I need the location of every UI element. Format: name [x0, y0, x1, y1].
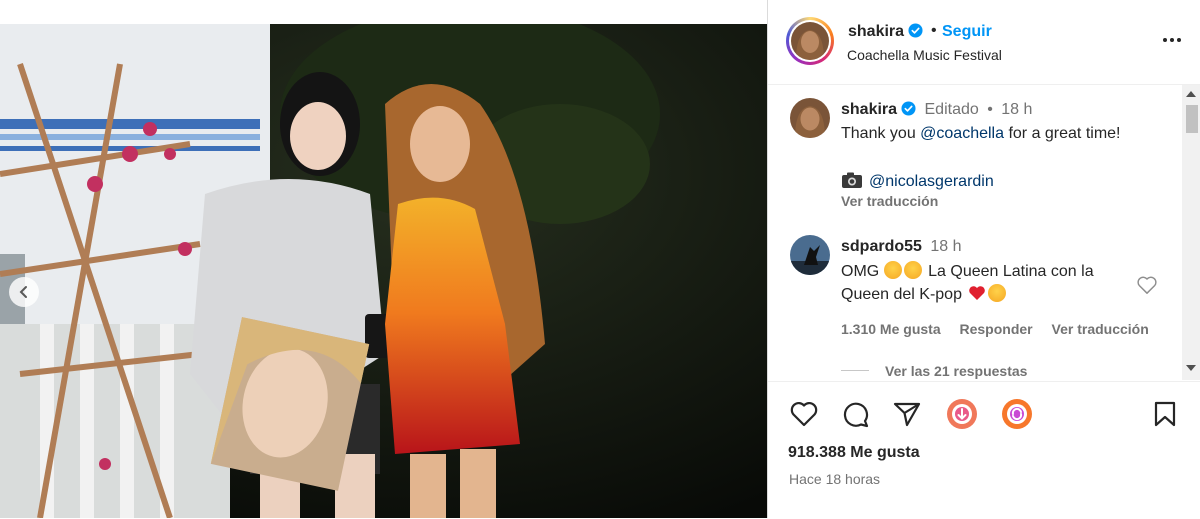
previous-photo-button[interactable]: [9, 277, 39, 307]
share-icon: [893, 402, 921, 427]
caption-separator: •: [987, 101, 993, 118]
caption-username[interactable]: shakira: [841, 101, 897, 118]
verified-badge-icon: [901, 101, 916, 116]
post-header: shakira • Seguir Coachella Music Festiva…: [768, 0, 1200, 85]
replies-divider: [841, 370, 869, 371]
comment-actions: 1.310 Me gusta Responder Ver traducción: [841, 321, 1149, 337]
like-comment-button[interactable]: [1136, 275, 1158, 300]
author-username[interactable]: shakira: [848, 23, 923, 41]
caption-meta: shakira Editado • 18 h: [841, 101, 1032, 119]
star-struck-emoji-icon: [988, 284, 1007, 302]
comment-button[interactable]: [841, 400, 871, 433]
commenter-avatar[interactable]: [790, 235, 830, 275]
follow-button[interactable]: Seguir: [942, 23, 992, 41]
star-struck-emoji-icon: [903, 261, 922, 279]
comment-text-line-1-suffix: La Queen Latina con la: [928, 263, 1094, 280]
verified-badge-icon: [908, 23, 923, 38]
header-separator: •: [931, 22, 937, 39]
remix-button[interactable]: [1001, 398, 1033, 435]
red-heart-emoji-icon: [969, 286, 986, 300]
comment-meta: sdpardo55 18 h: [841, 238, 962, 256]
bookmark-icon: [1154, 401, 1176, 427]
heart-icon: [1137, 276, 1157, 294]
caption-translate-link[interactable]: Ver traducción: [841, 193, 938, 209]
photographer-mention-link[interactable]: @nicolasgerardin: [869, 173, 994, 190]
scroll-up-arrow[interactable]: [1186, 91, 1196, 97]
camera-emoji-icon: [842, 172, 862, 188]
comment-translate-link[interactable]: Ver traducción: [1052, 321, 1149, 337]
caption-age[interactable]: 18 h: [1001, 101, 1032, 118]
comment-text-line-2: Queen del K-pop: [841, 284, 1008, 304]
comment-likes[interactable]: 1.310 Me gusta: [841, 321, 941, 337]
caption-text-prefix: Thank you: [841, 125, 921, 142]
post-side-panel: shakira • Seguir Coachella Music Festiva…: [767, 0, 1200, 518]
remix-icon: [1002, 399, 1032, 429]
caption-text-suffix: for a great time!: [1004, 125, 1121, 142]
view-replies-link[interactable]: Ver las 21 respuestas: [885, 363, 1027, 379]
more-options-icon: [1163, 38, 1181, 42]
comments-scrollbar[interactable]: [1182, 85, 1200, 380]
star-struck-emoji-icon: [883, 261, 902, 279]
story-share-button[interactable]: [946, 398, 978, 435]
save-button[interactable]: [1152, 400, 1178, 433]
comment-text-line-1: OMG La Queen Latina con la: [841, 261, 1094, 281]
comment-text-prefix: OMG: [841, 263, 880, 280]
post-location[interactable]: Coachella Music Festival: [847, 47, 1002, 63]
scroll-thumb[interactable]: [1186, 105, 1198, 133]
scroll-down-arrow[interactable]: [1186, 365, 1196, 371]
post-likes-count[interactable]: 918.388 Me gusta: [788, 444, 920, 462]
like-button[interactable]: [789, 400, 819, 433]
reply-button[interactable]: Responder: [960, 321, 1033, 337]
post-photo-graphic: [0, 24, 767, 518]
author-avatar-ring[interactable]: [786, 17, 834, 65]
author-username-text[interactable]: shakira: [848, 23, 904, 40]
caption-text: Thank you @coachella for a great time!: [841, 125, 1121, 143]
comment-age[interactable]: 18 h: [930, 238, 961, 255]
more-options-button[interactable]: [1161, 30, 1183, 50]
post-timestamp[interactable]: Hace 18 horas: [789, 471, 880, 487]
comments-area[interactable]: shakira Editado • 18 h Thank you @coache…: [768, 85, 1180, 381]
author-avatar[interactable]: [791, 22, 829, 60]
commenter-username[interactable]: sdpardo55: [841, 238, 922, 255]
story-share-icon: [947, 399, 977, 429]
chevron-left-icon: [19, 286, 27, 298]
caption-avatar[interactable]: [790, 98, 830, 138]
heart-icon: [790, 402, 818, 427]
share-button[interactable]: [892, 400, 922, 433]
photo-credit: @nicolasgerardin: [841, 171, 994, 191]
post-photo[interactable]: [0, 24, 767, 518]
coachella-mention-link[interactable]: @coachella: [920, 125, 1004, 142]
post-actions: 918.388 Me gusta Hace 18 horas: [768, 381, 1200, 519]
top-strip: [0, 0, 767, 24]
comment-icon: [843, 402, 869, 428]
comment-text-line-2-text: Queen del K-pop: [841, 286, 962, 303]
edited-label: Editado: [924, 101, 979, 118]
